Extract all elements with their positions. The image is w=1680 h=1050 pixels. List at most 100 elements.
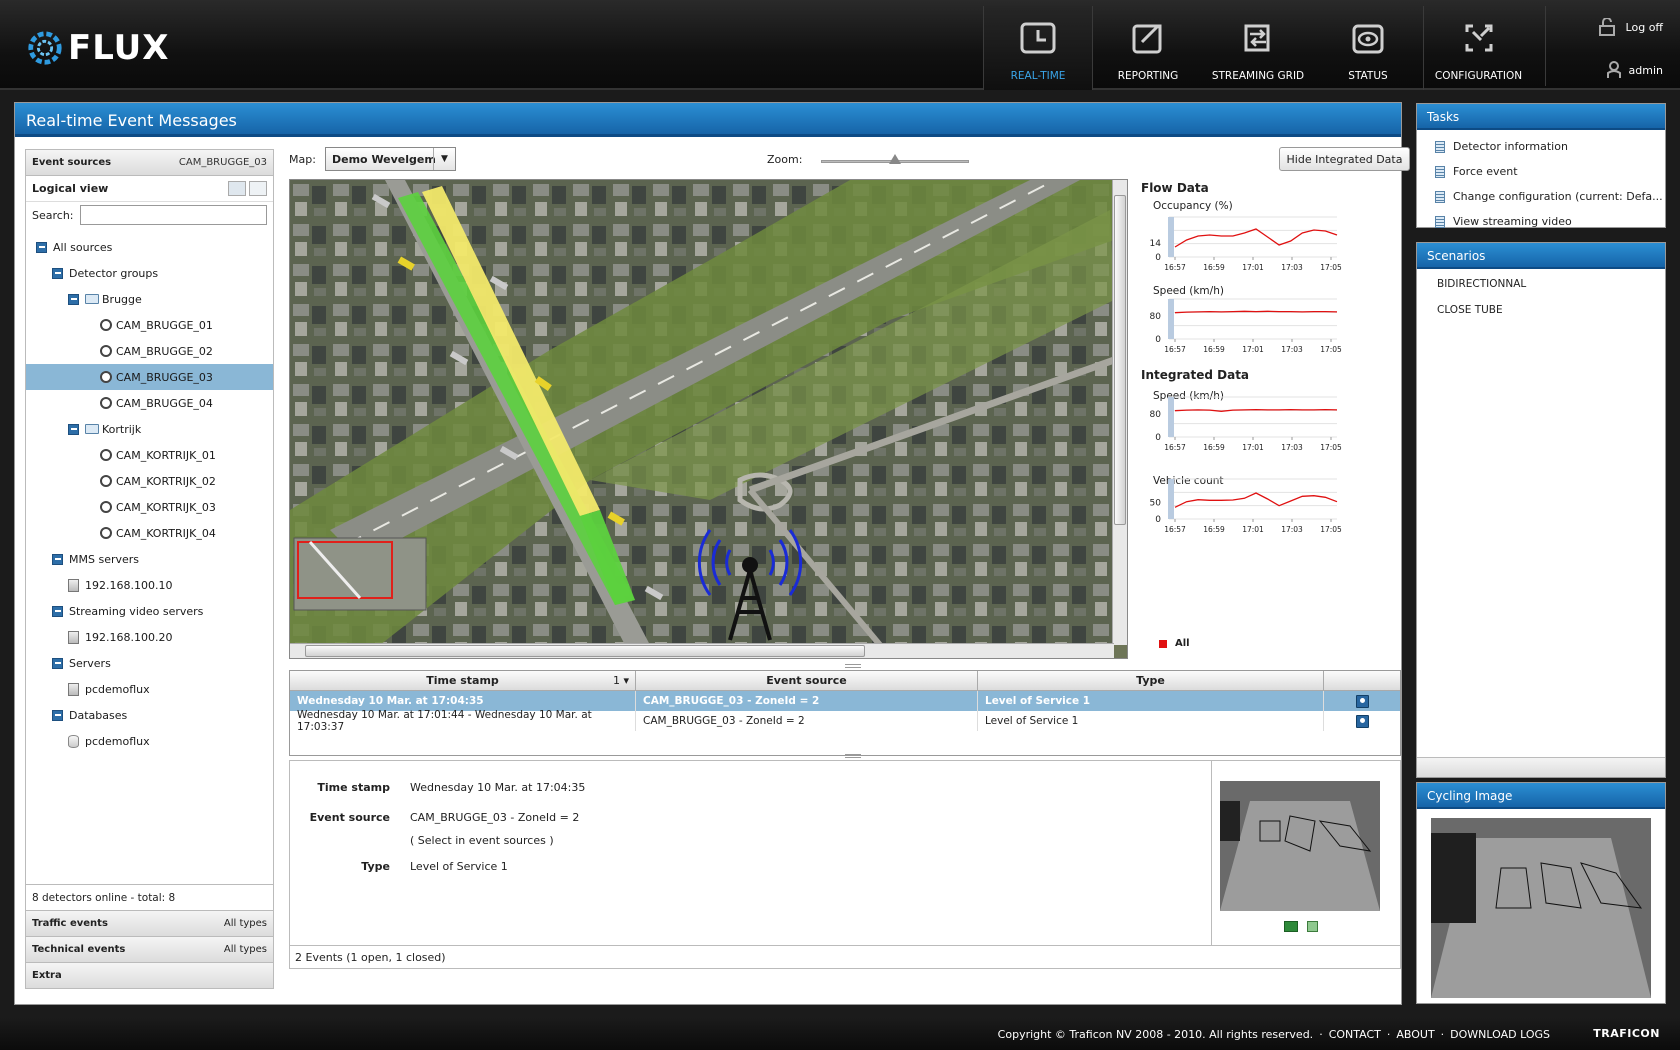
collapse-toggle-icon[interactable] — [68, 293, 79, 305]
assign-user-icon[interactable] — [1355, 694, 1369, 708]
tree-item-label: All sources — [53, 240, 113, 254]
cell-type: Level of Service 1 — [978, 691, 1324, 711]
nav-status[interactable]: STATUS — [1313, 6, 1423, 90]
search-row: Search: — [26, 202, 273, 228]
sort-indicator[interactable]: 1 ▾ — [613, 674, 629, 687]
arrows-icon — [1244, 24, 1270, 52]
tree-item[interactable]: Streaming video servers — [26, 598, 273, 624]
task-change-configuration[interactable]: Change configuration (current: Defa... — [1417, 184, 1665, 209]
save-image-icon[interactable] — [1284, 921, 1298, 932]
sources-footer: 8 detectors online - total: 8 Traffic ev… — [26, 884, 273, 988]
main-nav: REAL-TIME REPORTING STREAMING GRID STATU… — [983, 6, 1533, 90]
tree-item[interactable]: CAM_KORTRIJK_01 — [26, 442, 273, 468]
camera-icon — [100, 475, 112, 487]
collapse-toggle-icon[interactable] — [52, 709, 63, 721]
contact-link[interactable]: CONTACT — [1329, 1028, 1381, 1041]
search-input[interactable] — [79, 205, 267, 225]
tree-item[interactable]: CAM_BRUGGE_02 — [26, 338, 273, 364]
task-force-event[interactable]: Force event — [1417, 159, 1665, 184]
tree-item[interactable]: CAM_KORTRIJK_03 — [26, 494, 273, 520]
logoff-button[interactable]: Log off — [1598, 18, 1663, 36]
zoom-label: Zoom: — [767, 153, 803, 166]
collapse-toggle-icon[interactable] — [68, 423, 79, 435]
scenario-bidirectionnal[interactable]: BIDIRECTIONNAL — [1417, 271, 1665, 297]
map-select[interactable]: Demo Wevelgem ▼ — [325, 147, 456, 171]
chart-xtick-label: 17:05 — [1320, 263, 1342, 272]
tree-item[interactable]: CAM_BRUGGE_04 — [26, 390, 273, 416]
tree-item[interactable]: All sources — [26, 234, 273, 260]
collapse-toggle-icon[interactable] — [52, 657, 63, 669]
tree-item[interactable]: Databases — [26, 702, 273, 728]
tree-item[interactable]: Brugge — [26, 286, 273, 312]
logoff-label: Log off — [1625, 20, 1663, 34]
nav-configuration[interactable]: CONFIGURATION — [1423, 6, 1533, 90]
chart-xtick-label: 17:05 — [1320, 525, 1342, 534]
traffic-events-filter[interactable]: Traffic events All types — [26, 910, 273, 936]
collapse-toggle-icon[interactable] — [52, 605, 63, 617]
assign-user-icon[interactable] — [1355, 714, 1369, 728]
task-detector-information[interactable]: Detector information — [1417, 134, 1665, 159]
cell-time: Wednesday 10 Mar. at 17:04:35 — [290, 691, 636, 711]
scenario-close-tube[interactable]: CLOSE TUBE — [1417, 297, 1665, 323]
chart-history-bar — [1168, 479, 1174, 519]
technical-events-filter[interactable]: Technical events All types — [26, 936, 273, 962]
collapse-toggle-icon[interactable] — [52, 267, 63, 279]
nav-reporting[interactable]: REPORTING — [1093, 6, 1203, 90]
map-horizontal-scroll-thumb[interactable] — [305, 645, 865, 657]
hide-integrated-data-button[interactable]: Hide Integrated Data — [1279, 147, 1410, 171]
nav-streaming-grid[interactable]: STREAMING GRID — [1203, 6, 1313, 90]
tree-item[interactable]: Servers — [26, 650, 273, 676]
event-sources-selected: CAM_BRUGGE_03 — [178, 157, 267, 168]
table-row[interactable]: Wednesday 10 Mar. at 17:04:35 CAM_BRUGGE… — [290, 691, 1400, 711]
col-type[interactable]: Type — [978, 671, 1324, 690]
extra-filter[interactable]: Extra — [26, 962, 273, 988]
tree-item[interactable]: 192.168.100.10 — [26, 572, 273, 598]
map-table-splitter[interactable] — [845, 664, 861, 668]
tree-item[interactable]: Kortrijk — [26, 416, 273, 442]
collapse-toggle-icon[interactable] — [52, 553, 63, 565]
tree-item[interactable]: pcdemoflux — [26, 728, 273, 754]
open-image-icon[interactable] — [1307, 921, 1318, 932]
event-snapshot-image[interactable] — [1220, 781, 1380, 911]
download-logs-link[interactable]: DOWNLOAD LOGS — [1450, 1028, 1550, 1041]
task-view-streaming-video[interactable]: View streaming video — [1417, 209, 1665, 234]
col-time-stamp-label: Time stamp — [426, 674, 499, 687]
chart-ytick-label: 0 — [1155, 335, 1161, 345]
map-vertical-scrollbar[interactable] — [1112, 180, 1127, 645]
select-in-event-sources-link[interactable]: ( Select in event sources ) — [410, 834, 554, 847]
tree-item[interactable]: 192.168.100.20 — [26, 624, 273, 650]
sort-indicator-number: 1 — [612, 674, 620, 687]
map-view[interactable] — [289, 179, 1128, 659]
col-event-source[interactable]: Event source — [636, 671, 978, 690]
chart-xtick-label: 16:59 — [1203, 263, 1225, 272]
table-row[interactable]: Wednesday 10 Mar. at 17:01:44 - Wednesda… — [290, 709, 1400, 733]
tree-item[interactable]: Detector groups — [26, 260, 273, 286]
aerial-map[interactable] — [290, 180, 1116, 647]
list-view-icon[interactable] — [249, 181, 267, 196]
map-vertical-scroll-thumb[interactable] — [1114, 195, 1126, 525]
map-overview-inset[interactable] — [293, 537, 427, 611]
source-tree: All sources Detector groups Brugge CAM_BRUG… — [26, 234, 273, 754]
zoom-slider-thumb[interactable] — [889, 154, 901, 164]
tree-item-label: CAM_BRUGGE_02 — [116, 344, 213, 358]
folder-icon — [85, 294, 99, 304]
tree-item[interactable]: CAM_KORTRIJK_02 — [26, 468, 273, 494]
detail-type-value: Level of Service 1 — [410, 860, 508, 873]
tree-view-icon[interactable] — [228, 181, 246, 196]
nav-real-time[interactable]: REAL-TIME — [983, 6, 1093, 90]
map-horizontal-scrollbar[interactable] — [290, 643, 1114, 658]
tree-item[interactable]: CAM_BRUGGE_01 — [26, 312, 273, 338]
tree-item[interactable]: CAM_BRUGGE_03 — [26, 364, 273, 390]
collapse-toggle-icon[interactable] — [36, 241, 47, 253]
col-time-stamp[interactable]: Time stamp 1 ▾ — [290, 671, 636, 690]
nav-reporting-label: REPORTING — [1117, 70, 1179, 82]
event-sources-header[interactable]: Event sources CAM_BRUGGE_03 — [26, 150, 273, 176]
camera-icon — [100, 319, 112, 331]
table-detail-splitter[interactable] — [845, 754, 861, 758]
cycling-camera-image[interactable] — [1431, 818, 1651, 998]
footer-separator: · — [1319, 1028, 1323, 1041]
tree-item[interactable]: CAM_KORTRIJK_04 — [26, 520, 273, 546]
tree-item[interactable]: MMS servers — [26, 546, 273, 572]
tree-item[interactable]: pcdemoflux — [26, 676, 273, 702]
about-link[interactable]: ABOUT — [1396, 1028, 1434, 1041]
